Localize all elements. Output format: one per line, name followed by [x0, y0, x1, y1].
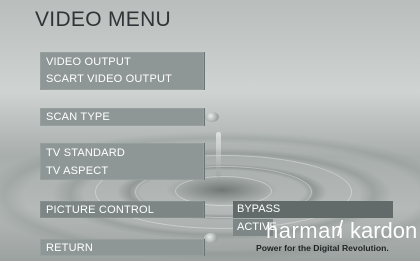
brand-tagline: Power for the Digital Revolution. — [256, 243, 389, 253]
menu-item-tv-standard[interactable]: TV STANDARD — [46, 147, 125, 159]
menu-item-scart-video-output[interactable]: SCART VIDEO OUTPUT — [46, 73, 172, 85]
menu-item-scan-type[interactable]: SCAN TYPE — [46, 111, 110, 123]
water-droplet-icon — [204, 233, 218, 243]
menu-item-picture-control[interactable]: PICTURE CONTROL — [46, 204, 154, 216]
water-droplet-icon — [205, 112, 219, 122]
brand-logo-kardon: kardon — [350, 218, 418, 243]
brand-logo-harman: harman — [266, 218, 344, 243]
brand-logo-slash: / — [337, 216, 344, 241]
submenu-option-bypass[interactable]: BYPASS — [233, 201, 393, 218]
water-column — [216, 132, 221, 177]
menu-item-video-output[interactable]: VIDEO OUTPUT — [46, 56, 131, 68]
menu-title: VIDEO MENU — [35, 8, 172, 31]
menu-item-tv-aspect[interactable]: TV ASPECT — [46, 165, 108, 177]
menu-item-return[interactable]: RETURN — [46, 242, 93, 254]
video-menu-screen: VIDEO MENU VIDEO OUTPUT SCART VIDEO OUTP… — [0, 0, 420, 261]
